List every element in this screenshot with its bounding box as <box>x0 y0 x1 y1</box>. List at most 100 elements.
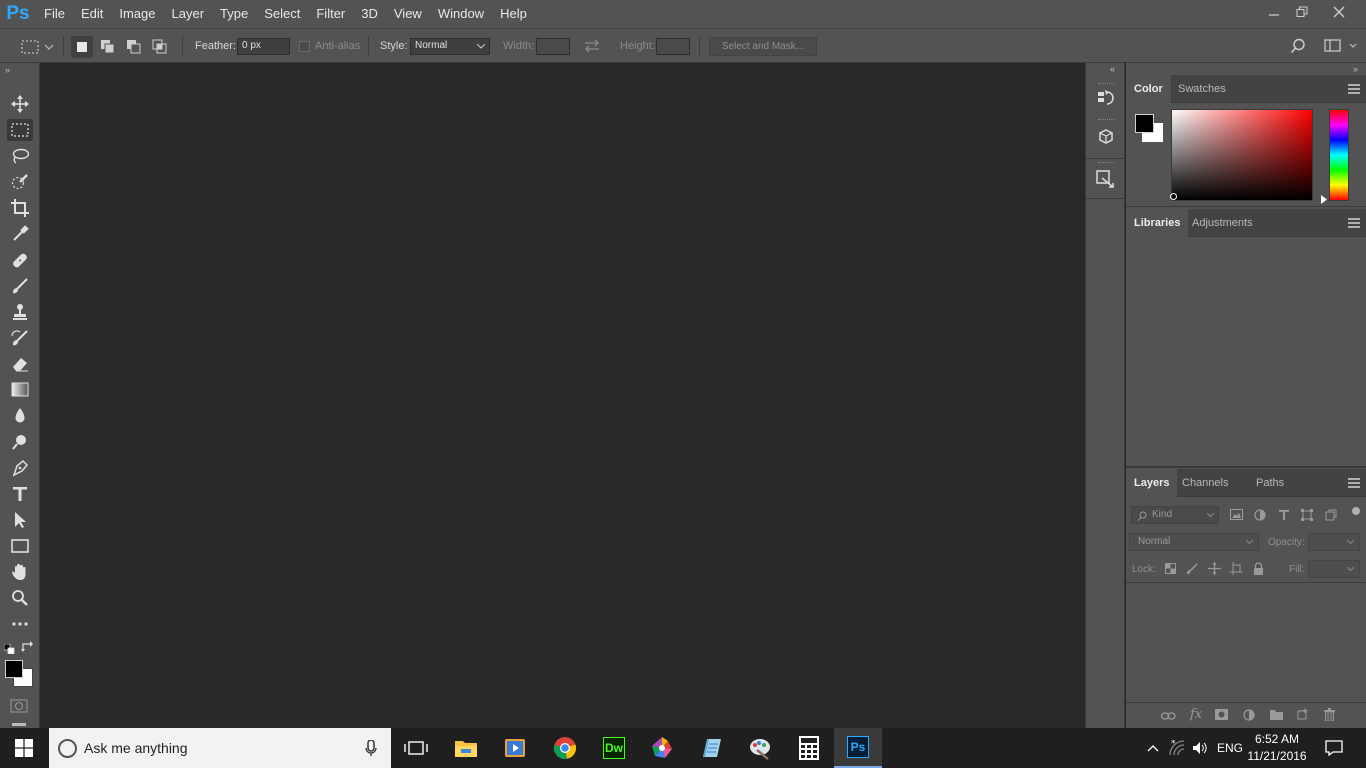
properties-panel-button[interactable] <box>1095 169 1117 191</box>
taskbar-dreamweaver[interactable]: Dw <box>590 728 638 768</box>
tab-libraries[interactable]: Libraries <box>1126 209 1189 237</box>
tab-layers[interactable]: Layers <box>1126 469 1178 497</box>
link-layers-button[interactable] <box>1161 710 1176 724</box>
clone-stamp-tool[interactable] <box>7 301 33 323</box>
color-field[interactable] <box>1171 109 1313 201</box>
network-button[interactable]: * <box>1166 728 1188 768</box>
dodge-tool[interactable] <box>7 431 33 453</box>
lock-artboard[interactable] <box>1230 562 1243 578</box>
collapse-toolbar-icon[interactable]: » <box>5 65 10 75</box>
fill-input[interactable] <box>1308 560 1360 578</box>
gradient-tool[interactable] <box>7 379 33 401</box>
hue-slider[interactable] <box>1329 109 1349 201</box>
delete-layer-button[interactable] <box>1324 708 1335 724</box>
document-canvas-area[interactable] <box>41 63 1084 728</box>
filter-smart-objects[interactable] <box>1325 509 1337 524</box>
blur-tool[interactable] <box>7 405 33 427</box>
taskbar-photoshop[interactable]: Ps <box>834 728 882 768</box>
menu-help[interactable]: Help <box>492 0 535 28</box>
taskbar-picasa[interactable] <box>638 728 686 768</box>
search-button[interactable] <box>1290 38 1306 57</box>
eyedropper-tool[interactable] <box>7 223 33 245</box>
tab-paths[interactable]: Paths <box>1248 469 1292 497</box>
history-brush-tool[interactable] <box>7 327 33 349</box>
add-to-selection-button[interactable] <box>97 36 119 58</box>
lock-image-pixels[interactable] <box>1186 563 1198 578</box>
layer-filter-kind[interactable]: Kind <box>1131 506 1219 524</box>
new-adjustment-layer-button[interactable] <box>1243 709 1255 724</box>
foreground-color-swatch[interactable] <box>5 660 23 678</box>
cortana-search-box[interactable]: Ask me anything <box>49 728 391 768</box>
move-tool[interactable] <box>7 93 33 115</box>
type-tool[interactable] <box>7 483 33 505</box>
height-input[interactable] <box>656 38 690 55</box>
feather-input[interactable]: 0 px <box>237 38 290 55</box>
volume-button[interactable] <box>1190 728 1212 768</box>
start-button[interactable] <box>0 728 48 768</box>
color-foreground-swatch[interactable] <box>1135 114 1154 133</box>
close-button[interactable] <box>1322 0 1356 24</box>
blend-mode-dropdown[interactable]: Normal <box>1129 533 1259 551</box>
select-and-mask-button[interactable]: Select and Mask... <box>709 37 817 56</box>
crop-tool[interactable] <box>7 197 33 219</box>
pen-tool[interactable] <box>7 457 33 479</box>
panel-menu-icon[interactable] <box>1348 84 1360 94</box>
menu-file[interactable]: File <box>36 0 73 28</box>
filter-pixel-layers[interactable] <box>1230 509 1243 523</box>
add-mask-button[interactable] <box>1215 709 1228 723</box>
menu-type[interactable]: Type <box>212 0 256 28</box>
panel-menu-icon[interactable] <box>1348 218 1360 228</box>
tab-color[interactable]: Color <box>1126 75 1171 103</box>
lock-all[interactable] <box>1253 562 1264 578</box>
edit-toolbar-button[interactable] <box>7 613 33 635</box>
healing-brush-tool[interactable] <box>7 249 33 271</box>
history-panel-button[interactable] <box>1095 87 1117 109</box>
path-selection-tool[interactable] <box>7 509 33 531</box>
taskbar-notepad[interactable] <box>687 728 735 768</box>
rectangular-marquee-tool[interactable] <box>7 119 33 141</box>
menu-window[interactable]: Window <box>430 0 492 28</box>
action-center-button[interactable] <box>1314 728 1354 768</box>
style-dropdown[interactable]: Normal <box>410 38 490 55</box>
taskbar-chrome[interactable] <box>541 728 589 768</box>
swap-dimensions-button[interactable] <box>584 39 600 56</box>
language-indicator[interactable]: ENG <box>1214 728 1246 768</box>
eraser-tool[interactable] <box>7 353 33 375</box>
intersect-selection-button[interactable] <box>149 36 171 58</box>
tab-channels[interactable]: Channels <box>1174 469 1236 497</box>
collapse-panels-icon[interactable]: » <box>1353 64 1358 74</box>
restore-button[interactable] <box>1285 0 1319 24</box>
lock-transparent-pixels[interactable] <box>1165 563 1176 577</box>
new-layer-button[interactable] <box>1297 708 1309 723</box>
menu-layer[interactable]: Layer <box>164 0 213 28</box>
filter-shape-layers[interactable] <box>1301 509 1313 524</box>
show-hidden-icons-button[interactable] <box>1142 728 1164 768</box>
new-group-button[interactable] <box>1270 709 1283 723</box>
clock[interactable]: 6:52 AM 11/21/2016 <box>1247 728 1306 768</box>
brush-tool[interactable] <box>7 275 33 297</box>
tool-preset-picker[interactable] <box>20 38 56 56</box>
filter-type-layers[interactable] <box>1278 509 1290 524</box>
rectangle-tool[interactable] <box>7 535 33 557</box>
taskbar-paint[interactable] <box>736 728 784 768</box>
microphone-icon[interactable] <box>365 740 377 757</box>
opacity-input[interactable] <box>1308 533 1360 551</box>
new-selection-button[interactable] <box>71 36 93 58</box>
subtract-selection-button[interactable] <box>123 36 145 58</box>
zoom-tool[interactable] <box>7 587 33 609</box>
taskbar-file-explorer[interactable] <box>442 728 490 768</box>
menu-3d[interactable]: 3D <box>353 0 386 28</box>
menu-select[interactable]: Select <box>256 0 308 28</box>
hand-tool[interactable] <box>7 561 33 583</box>
default-colors-button[interactable] <box>3 643 15 657</box>
quick-selection-tool[interactable] <box>7 171 33 193</box>
panel-menu-icon[interactable] <box>1348 478 1360 488</box>
filter-toggle-switch[interactable] <box>1352 507 1360 515</box>
width-input[interactable] <box>536 38 570 55</box>
menu-view[interactable]: View <box>386 0 430 28</box>
quick-mask-button[interactable] <box>10 699 28 716</box>
menu-filter[interactable]: Filter <box>308 0 353 28</box>
collapse-dock-icon[interactable]: « <box>1110 64 1115 74</box>
screen-mode-button[interactable] <box>12 723 26 726</box>
task-view-button[interactable] <box>392 728 440 768</box>
